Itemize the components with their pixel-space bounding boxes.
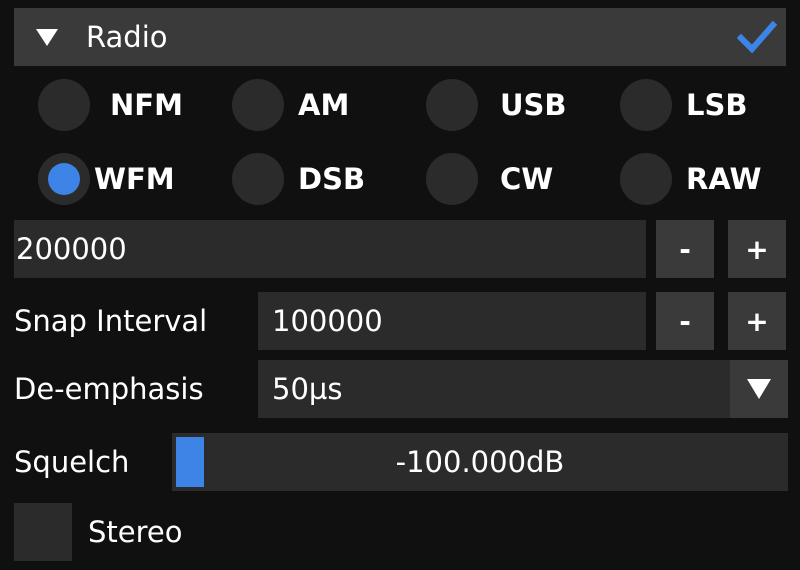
radio-circle[interactable] <box>426 153 478 205</box>
radio-circle[interactable] <box>38 79 90 131</box>
section-title: Radio <box>86 20 168 54</box>
radio-section-header[interactable]: Radio <box>14 8 728 66</box>
stereo-checkbox[interactable] <box>14 503 72 561</box>
snap-interval-label: Snap Interval <box>14 304 208 338</box>
squelch-value: -100.000dB <box>395 445 565 479</box>
squelch-label: Squelch <box>14 445 130 479</box>
mode-label: NFM <box>110 88 183 122</box>
radio-circle[interactable] <box>232 153 284 205</box>
checkmark-icon <box>737 20 777 54</box>
mode-label: USB <box>500 88 567 122</box>
bandwidth-input[interactable]: 200000 <box>14 220 646 278</box>
mode-label: DSB <box>298 162 366 196</box>
stereo-label: Stereo <box>88 515 183 549</box>
radio-circle[interactable] <box>426 79 478 131</box>
mode-radio-dsb[interactable]: DSB <box>232 152 365 206</box>
snap-interval-input[interactable]: 100000 <box>258 292 646 350</box>
radio-circle[interactable] <box>232 79 284 131</box>
bandwidth-increment-button[interactable]: + <box>728 220 786 278</box>
snap-decrement-button[interactable]: - <box>656 292 714 350</box>
squelch-slider[interactable]: -100.000dB <box>172 433 788 491</box>
mode-radio-nfm[interactable]: NFM <box>38 78 183 132</box>
enable-checkbox[interactable] <box>728 8 786 66</box>
mode-label: LSB <box>686 88 748 122</box>
mode-label: AM <box>298 88 350 122</box>
deemphasis-select[interactable]: 50µs <box>258 360 730 418</box>
mode-label: RAW <box>686 162 762 196</box>
mode-label: WFM <box>94 162 175 196</box>
radio-circle-selected[interactable] <box>38 153 90 205</box>
radio-circle[interactable] <box>620 153 672 205</box>
bandwidth-decrement-button[interactable]: - <box>656 220 714 278</box>
mode-radio-usb[interactable]: USB <box>426 78 567 132</box>
mode-radio-am[interactable]: AM <box>232 78 349 132</box>
snap-increment-button[interactable]: + <box>728 292 786 350</box>
deemphasis-dropdown-button[interactable] <box>730 360 788 418</box>
collapse-triangle-icon[interactable] <box>36 28 58 46</box>
deemphasis-label: De-emphasis <box>14 372 204 406</box>
mode-radio-lsb[interactable]: LSB <box>620 78 747 132</box>
mode-radio-wfm[interactable]: WFM <box>38 152 175 206</box>
mode-radio-cw[interactable]: CW <box>426 152 553 206</box>
radio-module-panel: Radio NFM AM USB LSB WFM DSB CW RAW 2000… <box>0 0 800 570</box>
mode-radio-raw[interactable]: RAW <box>620 152 761 206</box>
chevron-down-icon <box>747 379 771 399</box>
radio-circle[interactable] <box>620 79 672 131</box>
mode-label: CW <box>500 162 554 196</box>
